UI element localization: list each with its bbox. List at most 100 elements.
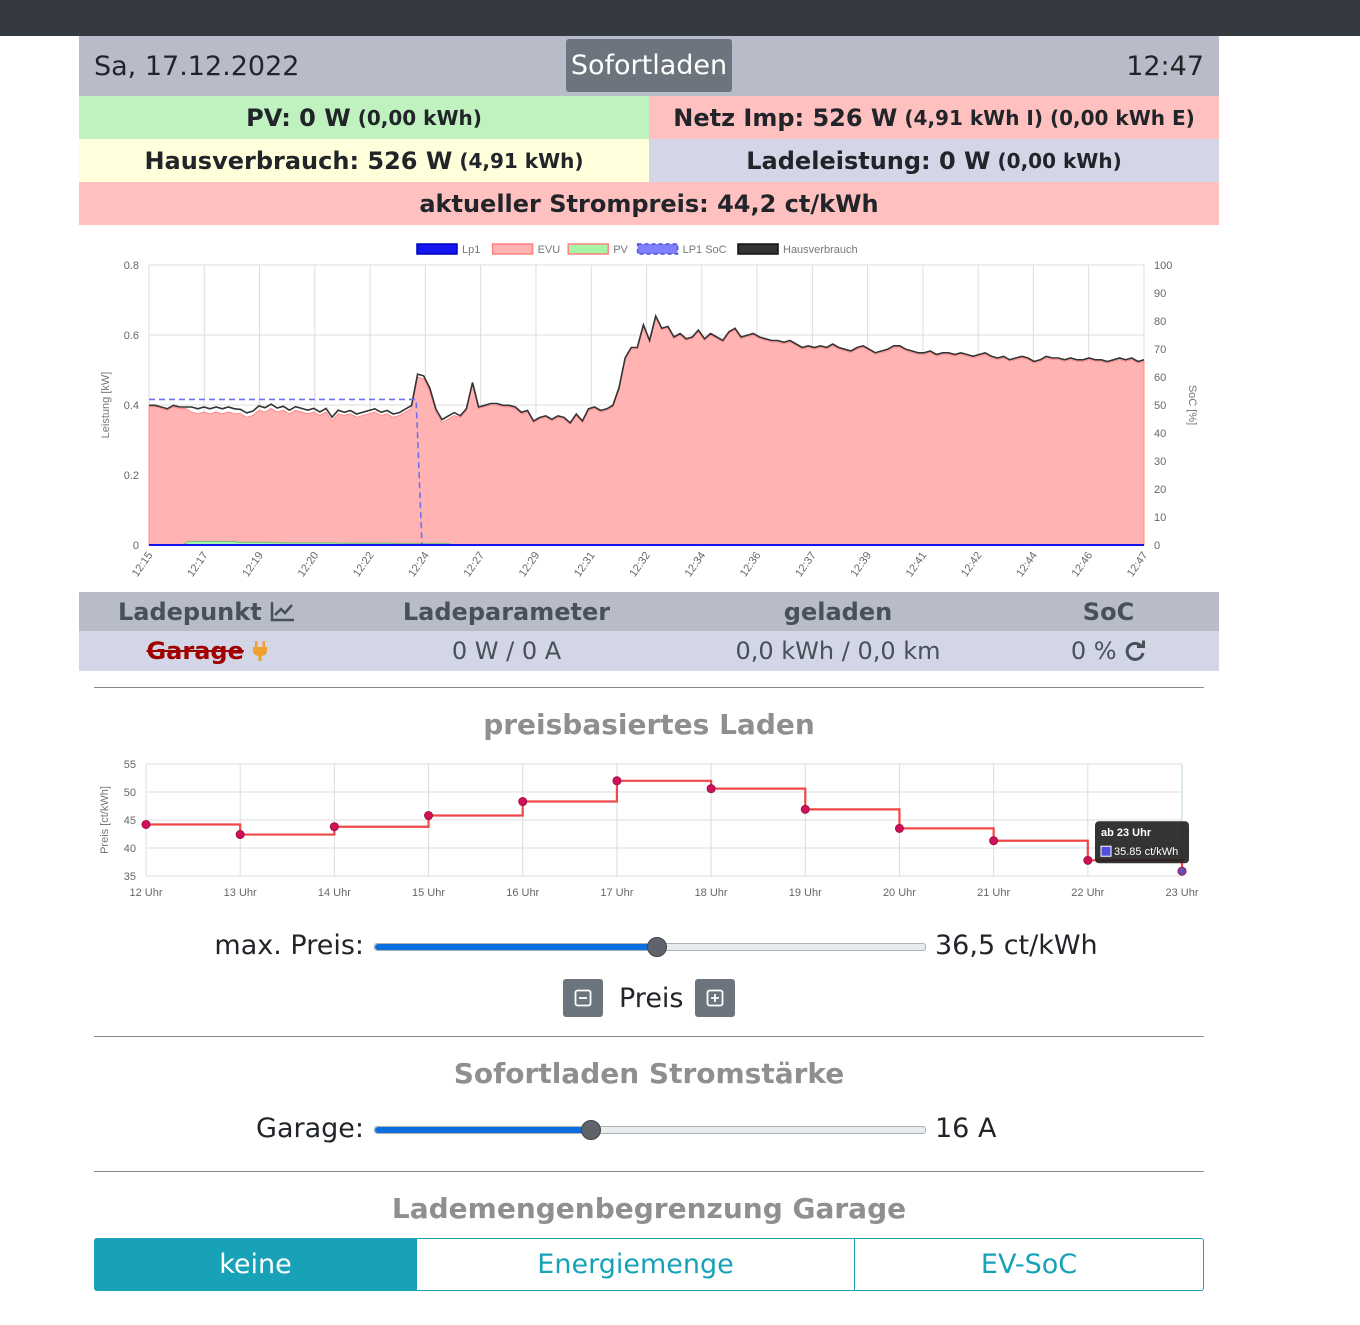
price-x-tick-3: 15 Uhr [412, 887, 445, 899]
legend-swatch-0 [416, 243, 458, 255]
y-left-tick-1: 0.2 [124, 470, 139, 482]
limit-button-group: keine Energiemenge EV-SoC [94, 1238, 1204, 1291]
current-slider-handle[interactable] [580, 1120, 601, 1140]
charge-power-energy: (0,00 kWh) [997, 148, 1122, 173]
power-chart[interactable]: Lp1 EVU PV LP1 SoC Hausverbrauch 0 0.2 0.4 0.6 0.… [79, 233, 1219, 588]
divider-3 [94, 1171, 1204, 1172]
price-x-tick-9: 21 Uhr [977, 887, 1010, 899]
y-right-tick-1: 10 [1154, 512, 1166, 524]
x-tick-4: 12:22 [351, 550, 377, 579]
price-x-tick-0: 12 Uhr [129, 887, 162, 899]
max-price-slider[interactable] [374, 937, 926, 957]
price-point-1 [235, 830, 245, 840]
price-y-tick-0: 35 [124, 871, 136, 883]
y-right-tick-9: 90 [1154, 288, 1166, 300]
plus-square-icon [706, 989, 724, 1007]
y-right-tick-0: 0 [1154, 540, 1160, 552]
x-tick-13: 12:39 [848, 550, 874, 579]
chargepoint-name[interactable]: Garage [146, 637, 243, 665]
time-display: 12:47 [1126, 51, 1204, 82]
price-step-label: Preis [619, 983, 684, 1014]
current-slider[interactable] [374, 1120, 926, 1140]
x-tick-10: 12:34 [683, 550, 709, 579]
house-label: Hausverbrauch: 526 W [144, 146, 453, 175]
y-left-axis-label: Leistung [kW] [100, 372, 112, 439]
current-section-title: Sofortladen Stromstärke [453, 1057, 845, 1090]
x-tick-7: 12:29 [517, 550, 543, 579]
grid-cell: Netz Imp: 526 W (4,91 kWh I) (0,00 kWh E… [649, 96, 1219, 139]
price-y-axis-label: Preis [ct/kWh] [99, 786, 111, 854]
x-tick-0: 12:15 [130, 550, 156, 579]
x-tick-3: 12:20 [296, 550, 322, 579]
price-step-line [146, 779, 1184, 872]
x-tick-18: 12:47 [1125, 550, 1151, 579]
y-right-tick-6: 60 [1154, 372, 1166, 384]
legend-swatch-3 [636, 243, 679, 255]
price-cell: aktueller Strompreis: 44,2 ct/kWh [79, 182, 1219, 225]
price-x-tick-8: 20 Uhr [883, 887, 916, 899]
legend-swatch-2 [567, 243, 609, 255]
chargepoint-name-cell[interactable]: Garage [79, 637, 335, 665]
price-tooltip-title: ab 23 Uhr [1101, 827, 1152, 839]
date-display: Sa, 17.12.2022 [94, 51, 300, 82]
max-price-value: 36,5 ct/kWh [935, 930, 1098, 961]
x-tick-9: 12:32 [627, 550, 653, 579]
price-chart[interactable]: 35 40 45 50 55 12 Uhr 13 Uhr 14 Uhr 15 Uhr 16 Uhr… [90, 755, 1210, 905]
y-right-tick-7: 70 [1154, 344, 1166, 356]
pv-cell: PV: 0 W (0,00 kWh) [79, 96, 649, 139]
price-point-2 [329, 822, 339, 832]
header-ladepunkt: Ladepunkt [79, 598, 335, 626]
top-bar [0, 0, 1360, 36]
pv-label: PV: 0 W [246, 103, 351, 132]
grid-energy: (4,91 kWh I) (0,00 kWh E) [904, 105, 1195, 130]
x-tick-12: 12:37 [793, 550, 819, 579]
x-tick-2: 12:19 [240, 550, 266, 579]
charge-mode-button[interactable]: Sofortladen [566, 39, 732, 92]
charge-params: 0 W / 0 A [451, 637, 562, 665]
price-x-tick-10: 22 Uhr [1071, 887, 1104, 899]
price-x-tick-11: 23 Uhr [1165, 887, 1198, 899]
current-slider-row: Garage: 16 A [79, 1109, 1219, 1149]
charged-amount: 0,0 kWh / 0,0 km [735, 637, 941, 665]
price-x-tick-1: 13 Uhr [224, 887, 257, 899]
limit-none-button[interactable]: keine [94, 1238, 417, 1291]
price-x-tick-5: 17 Uhr [600, 887, 633, 899]
soc-cell: 0 % [998, 637, 1219, 665]
y-right-tick-10: 100 [1154, 260, 1172, 272]
x-tick-16: 12:44 [1014, 550, 1040, 579]
x-tick-1: 12:17 [185, 550, 211, 579]
y-right-tick-8: 80 [1154, 316, 1166, 328]
limit-energy-button[interactable]: Energiemenge [417, 1238, 855, 1291]
x-tick-11: 12:36 [738, 550, 764, 579]
y-left-tick-3: 0.6 [124, 330, 139, 342]
price-x-tick-6: 18 Uhr [695, 887, 728, 899]
price-y-tick-1: 40 [124, 843, 136, 855]
y-right-tick-2: 20 [1154, 484, 1166, 496]
legend-swatch-1 [491, 243, 534, 255]
divider-1 [94, 687, 1204, 688]
minus-square-icon [574, 989, 592, 1007]
price-x-tick-4: 16 Uhr [506, 887, 539, 899]
legend-label-0: Lp1 [462, 244, 480, 256]
y-right-tick-5: 50 [1154, 400, 1166, 412]
max-price-label: max. Preis: [214, 930, 364, 961]
price-tooltip-swatch [1100, 845, 1112, 857]
chart-line-icon[interactable] [270, 600, 296, 622]
y-left-tick-0: 0 [133, 540, 139, 552]
price-x-tick-2: 14 Uhr [318, 887, 351, 899]
x-tick-8: 12:31 [572, 550, 598, 579]
price-increase-button[interactable] [695, 979, 735, 1017]
summary-row-2: Hausverbrauch: 526 W (4,91 kWh) Ladeleis… [79, 139, 1219, 182]
legend-label-3: LP1 SoC [683, 244, 727, 256]
chargepoint-row: Garage 0 W / 0 A 0,0 kWh / 0,0 km 0 % [79, 631, 1219, 671]
refresh-icon[interactable] [1124, 640, 1146, 662]
header-geladen: geladen [783, 597, 893, 626]
price-decrease-button[interactable] [563, 979, 603, 1017]
divider-2 [94, 1036, 1204, 1037]
x-tick-6: 12:27 [462, 550, 488, 579]
limit-soc-button[interactable]: EV-SoC [855, 1238, 1204, 1291]
limit-section-title: Lademengenbegrenzung Garage [391, 1192, 907, 1225]
y-right-axis-label: SoC [%] [1186, 385, 1198, 425]
price-section-title: preisbasiertes Laden [483, 708, 815, 741]
max-price-slider-handle[interactable] [646, 937, 667, 957]
